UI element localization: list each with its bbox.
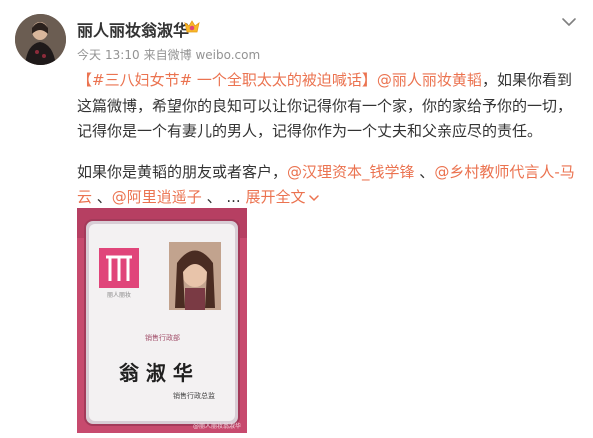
paragraph-2: 如果你是黄韬的朋友或者客户，@汉理资本_钱学锋 、@乡村教师代言人-马云 、@阿… (77, 160, 582, 211)
paragraph-1: 【#三八妇女节# 一个全职太太的被迫喊话】@丽人丽妆黄韬，如果你看到这篇微博，希… (77, 68, 582, 145)
paragraph-intro: 如果你是黄韬的朋友或者客户， (77, 162, 288, 181)
chevron-down-icon[interactable] (308, 193, 320, 203)
mention-link[interactable]: @丽人丽妆黄韬 (377, 71, 482, 89)
mention-link[interactable]: @阿里逍遥子 (112, 188, 202, 206)
avatar[interactable] (15, 14, 66, 65)
card-department: 销售行政部 (145, 333, 180, 342)
mention-link[interactable]: @汉理资本_钱学锋 (287, 163, 415, 181)
post-text: 【#三八妇女节# 一个全职太太的被迫喊话】@丽人丽妆黄韬，如果你看到这篇微博，希… (77, 68, 582, 211)
image-watermark: @丽人丽妆翁淑华 (193, 422, 241, 430)
chevron-down-icon[interactable] (559, 12, 579, 32)
post-date: 今天 (77, 48, 102, 62)
post-time[interactable]: 13:10 (105, 48, 140, 62)
expand-full-text-link[interactable]: 展开全文 (245, 188, 320, 206)
expand-label[interactable]: 展开全文 (245, 188, 305, 206)
post-image[interactable]: 丽人丽妆 销售行政部 翁 淑 华 销售行政总监 @丽人丽妆翁淑华 (77, 208, 247, 433)
post-meta: 今天 13:10 来自微博 weibo.com (77, 46, 264, 63)
author-name[interactable]: 丽人丽妆翁淑华 (77, 17, 189, 41)
separator: 、 ... (201, 188, 241, 206)
card-name: 翁 淑 华 (119, 361, 193, 385)
topic-link[interactable]: 【#三八妇女节# 一个全职太太的被迫喊话】 (77, 71, 377, 89)
separator: 、 (92, 188, 112, 206)
card-logo-caption: 丽人丽妆 (107, 291, 131, 299)
source-prefix: 来自 (143, 48, 168, 62)
post-source[interactable]: 微博 weibo.com (168, 48, 261, 62)
card-title: 销售行政总监 (173, 391, 215, 400)
vip-badge-icon[interactable] (183, 19, 201, 35)
separator: 、 (414, 162, 435, 181)
